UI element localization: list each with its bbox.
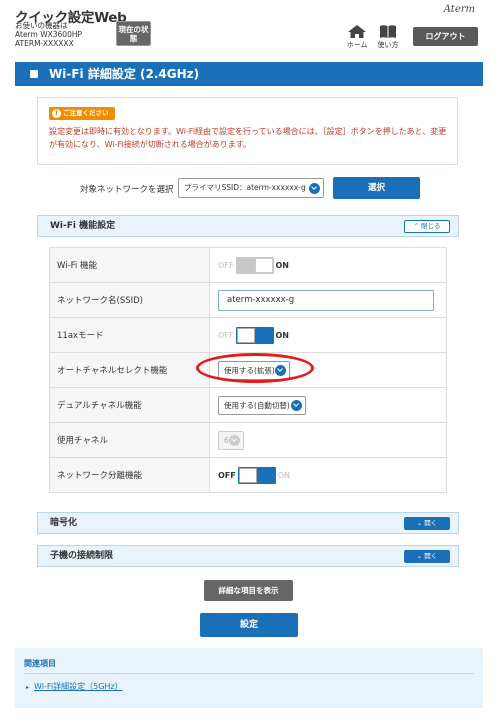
- dual-channel-select[interactable]: 使用する(自動切替): [218, 395, 306, 415]
- wifi-section-header: Wi-Fi 機能設定 ⌃ 閉じる: [37, 215, 459, 237]
- ssid-label: ネットワーク名(SSID): [49, 282, 210, 318]
- network-select-value: プライマリSSID：aterm-xxxxxx-g: [184, 183, 306, 192]
- network-isolation-label: ネットワーク分離機能: [49, 457, 210, 493]
- current-status-button[interactable]: 現在の状態: [116, 21, 151, 46]
- client-limit-section-title: 子機の接続制限: [50, 551, 114, 561]
- device-caption: お使いの機器は: [15, 21, 68, 30]
- chevron-down-icon: [291, 399, 302, 411]
- home-label: ホーム: [346, 41, 368, 49]
- network-select-button[interactable]: 選択: [333, 177, 420, 199]
- related-link-5ghz[interactable]: Wi-Fi詳細設定（5GHz）: [26, 681, 123, 692]
- book-icon: [380, 25, 396, 38]
- device-info: お使いの機器は Aterm WX3600HP ATERM-XXXXXX: [15, 21, 82, 48]
- home-nav[interactable]: ホーム: [342, 24, 372, 50]
- page-title: Wi-Fi 詳細設定 (2.4GHz): [49, 67, 200, 81]
- network-select[interactable]: プライマリSSID：aterm-xxxxxx-g: [178, 178, 324, 198]
- help-label: 使い方: [377, 41, 399, 49]
- chevron-down-icon: [309, 183, 320, 194]
- notice-tag: ご注意ください: [49, 107, 115, 120]
- client-limit-section-header[interactable]: 子機の接続制限 ⌄ 開く: [37, 545, 459, 567]
- table-row: ネットワーク名(SSID) aterm-xxxxxx-g: [49, 282, 447, 318]
- help-nav[interactable]: 使い方: [373, 24, 403, 50]
- banner-square-icon: [30, 70, 38, 78]
- auto-channel-select[interactable]: 使用する(拡張): [218, 360, 290, 380]
- home-icon: [348, 25, 366, 38]
- dual-channel-label: デュアルチャネル機能: [49, 387, 210, 423]
- brand-logo: Aterm: [443, 4, 475, 15]
- table-row: 使用チャネル 6: [49, 422, 447, 458]
- channel-label: 使用チャネル: [49, 422, 210, 458]
- 11ax-mode-label: 11axモード: [49, 317, 210, 353]
- auto-channel-label: オートチャネルセレクト機能: [49, 352, 210, 388]
- table-row: ネットワーク分離機能 OFF ON: [49, 457, 447, 493]
- wifi-section-collapse-button[interactable]: ⌃ 閉じる: [404, 220, 450, 233]
- device-id: ATERM-XXXXXX: [15, 39, 74, 48]
- related-items: 関連項目 Wi-Fi詳細設定（5GHz）: [15, 648, 483, 708]
- logout-button[interactable]: ログアウト: [413, 27, 478, 46]
- notice-message: 設定変更は即時に有効となります。Wi-Fi経由で設定を行っている場合には、［設定…: [49, 127, 447, 149]
- chevron-down-icon: [229, 434, 240, 446]
- network-select-label: 対象ネットワークを選択: [80, 185, 174, 195]
- channel-select[interactable]: 6: [218, 430, 244, 450]
- chevron-up-icon: ⌃: [413, 222, 421, 230]
- 11ax-mode-switch[interactable]: OFF ON: [218, 326, 289, 344]
- table-row: Wi-Fi 機能 OFF ON: [49, 247, 447, 283]
- related-title: 関連項目: [24, 659, 56, 668]
- wifi-function-label: Wi-Fi 機能: [49, 247, 210, 283]
- encryption-section-expand-button[interactable]: ⌄ 開く: [404, 517, 450, 530]
- table-row: デュアルチャネル機能 使用する(自動切替): [49, 387, 447, 423]
- table-row: 11axモード OFF ON: [49, 317, 447, 353]
- header: クイック設定Web お使いの機器は Aterm WX3600HP ATERM-X…: [0, 0, 500, 52]
- apply-button[interactable]: 設定: [200, 613, 298, 637]
- wifi-settings-table: Wi-Fi 機能 OFF ON ネットワーク名(SSID) aterm-xxxxx…: [49, 247, 447, 493]
- device-model: Aterm WX3600HP: [15, 30, 82, 39]
- ssid-input[interactable]: aterm-xxxxxx-g: [218, 289, 434, 311]
- table-row: オートチャネルセレクト機能 使用する(拡張): [49, 352, 447, 388]
- client-limit-section-expand-button[interactable]: ⌄ 開く: [404, 550, 450, 563]
- notice-box: ご注意ください 設定変更は即時に有効となります。Wi-Fi経由で設定を行っている…: [37, 97, 458, 165]
- show-details-button[interactable]: 詳細な項目を表示: [204, 580, 293, 601]
- network-isolation-switch[interactable]: OFF ON: [218, 466, 290, 484]
- encryption-section-title: 暗号化: [50, 518, 78, 528]
- encryption-section-header[interactable]: 暗号化 ⌄ 開く: [37, 512, 459, 534]
- page-title-banner: Wi-Fi 詳細設定 (2.4GHz): [15, 62, 483, 86]
- wifi-function-switch[interactable]: OFF ON: [218, 256, 289, 274]
- chevron-down-icon: [275, 364, 286, 376]
- divider: [24, 673, 474, 674]
- wifi-section-title: Wi-Fi 機能設定: [50, 221, 116, 231]
